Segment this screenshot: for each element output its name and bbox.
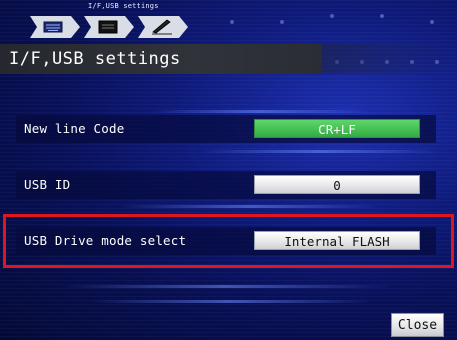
screen-icon bbox=[98, 20, 118, 34]
pen-icon bbox=[152, 19, 172, 35]
breadcrumb: I/F,USB settings bbox=[0, 0, 457, 42]
breadcrumb-label: I/F,USB settings bbox=[88, 2, 159, 10]
usb-id-value-button[interactable]: 0 bbox=[254, 175, 420, 194]
title-bar-fade bbox=[322, 44, 457, 74]
usb-id-label: USB ID bbox=[24, 177, 71, 192]
keyboard-icon bbox=[43, 21, 63, 33]
settings-screen: I/F,USB settings I/F,USB settings New li… bbox=[0, 0, 457, 340]
background-streak bbox=[90, 300, 370, 303]
background-streak bbox=[200, 150, 440, 153]
highlight-box bbox=[3, 214, 454, 268]
page-title: I/F,USB settings bbox=[9, 49, 181, 69]
breadcrumb-item-screen[interactable] bbox=[84, 16, 134, 38]
background-streak bbox=[60, 285, 390, 288]
background-streak bbox=[120, 205, 380, 208]
new-line-code-label: New line Code bbox=[24, 121, 125, 136]
breadcrumb-item-pen[interactable] bbox=[138, 16, 188, 38]
new-line-code-value-button[interactable]: CR+LF bbox=[254, 119, 420, 138]
close-button[interactable]: Close bbox=[391, 313, 444, 337]
background-streak bbox=[150, 110, 370, 113]
breadcrumb-item-keyboard[interactable] bbox=[30, 16, 80, 38]
